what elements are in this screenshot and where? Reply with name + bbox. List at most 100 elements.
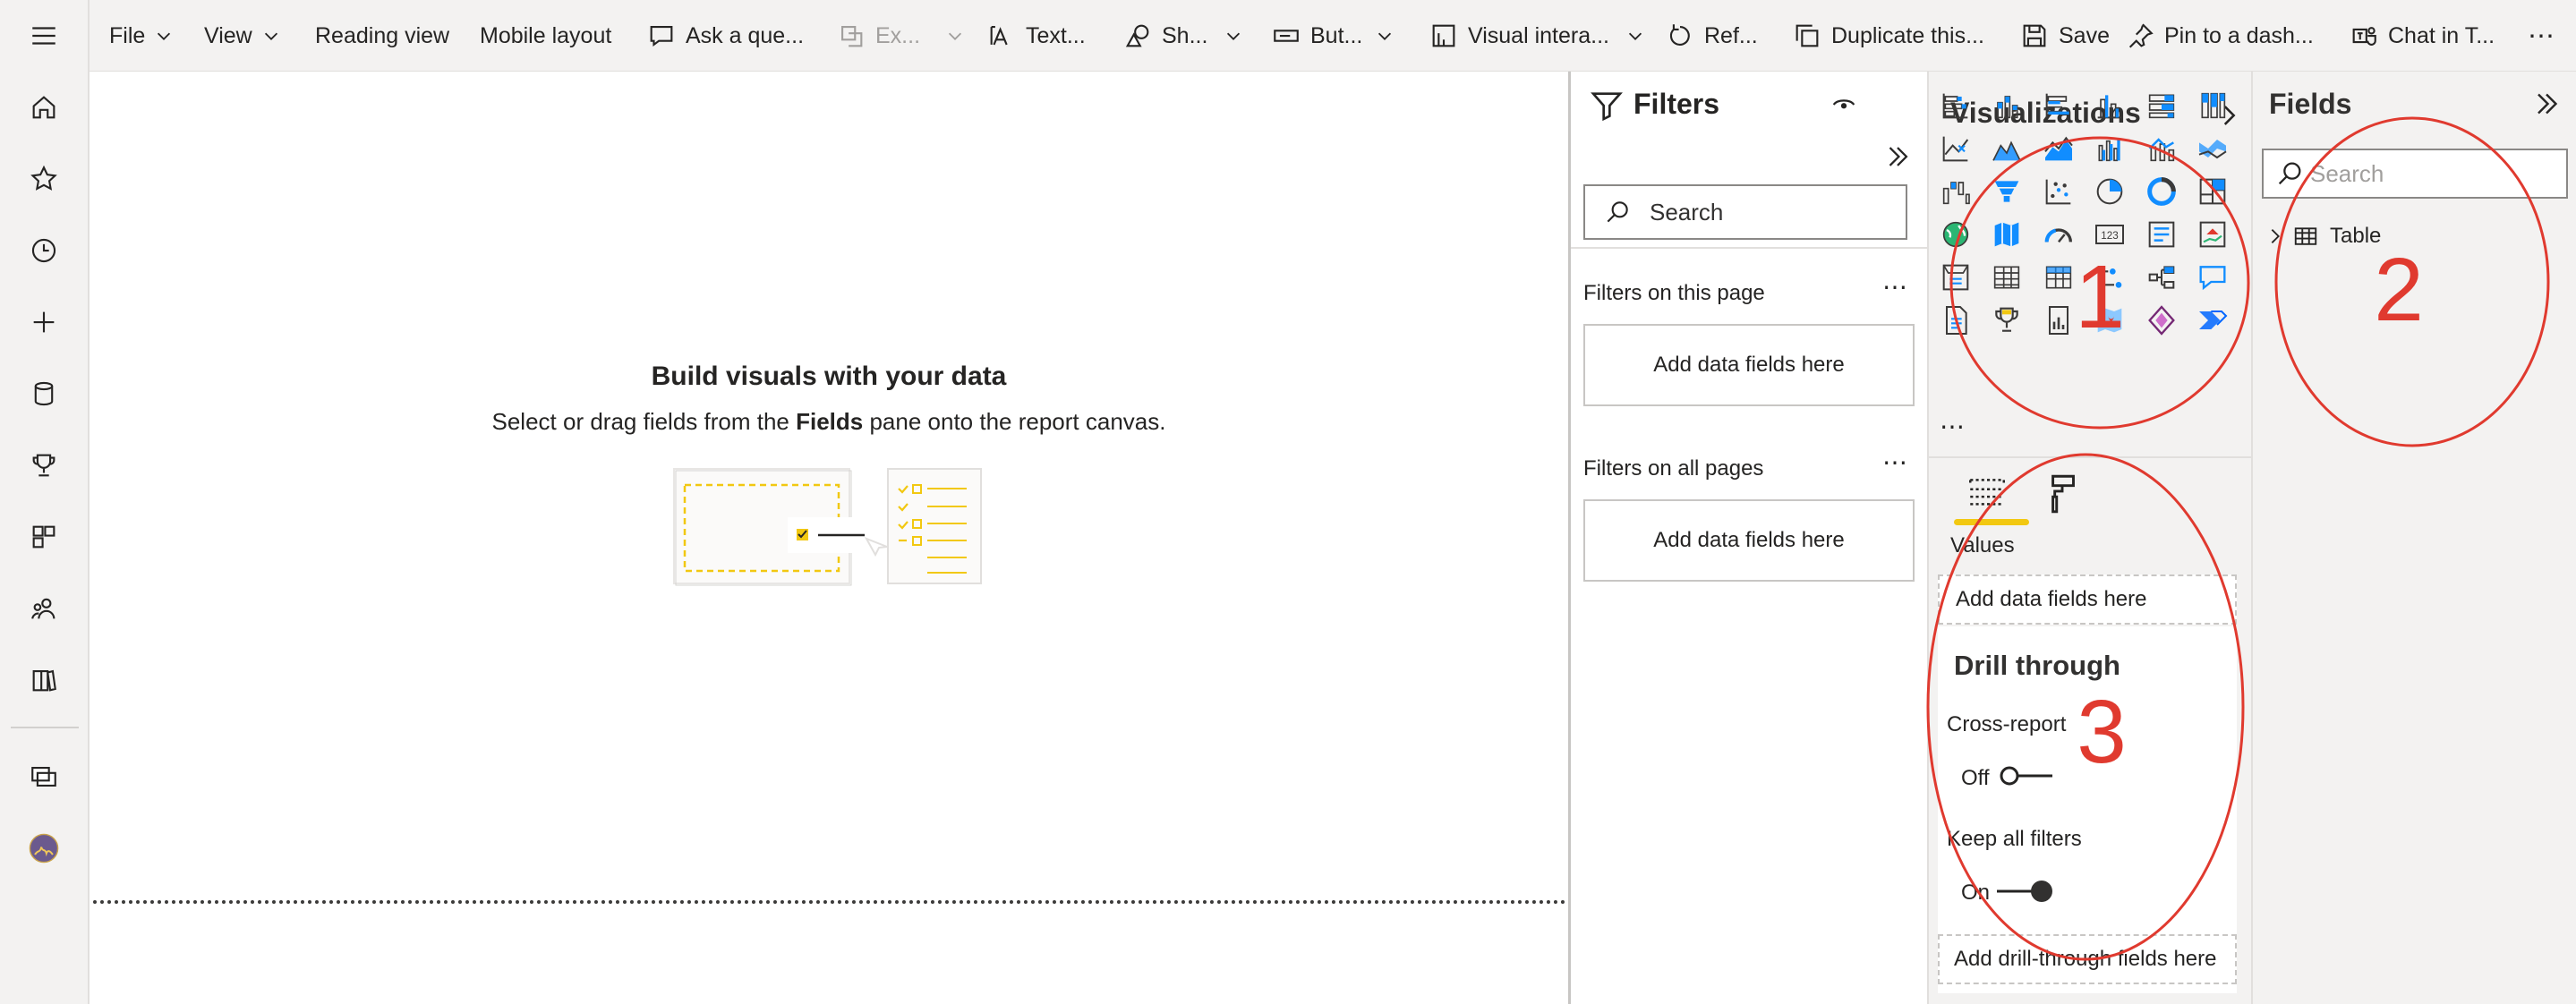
clock-icon[interactable] <box>22 229 65 272</box>
area-chart-icon[interactable] <box>1989 131 2025 166</box>
export-menu[interactable]: Ex... <box>836 0 965 72</box>
collapse-double-chevron-icon[interactable] <box>2530 88 2563 120</box>
funnel-icon[interactable] <box>1989 174 2025 209</box>
fields-search-box[interactable]: Search <box>2262 149 2568 199</box>
mobile-layout-label: Mobile layout <box>480 22 612 48</box>
pie-icon[interactable] <box>2092 174 2128 209</box>
stacked-column-icon[interactable] <box>1989 88 2025 123</box>
ask-question-button[interactable]: Ask a que... <box>646 0 804 72</box>
fields-pane: Fields Search Table <box>2253 72 2576 1004</box>
book-icon[interactable] <box>22 659 65 702</box>
table-visual-icon[interactable] <box>1989 260 2025 295</box>
power-automate-icon[interactable] <box>2195 302 2231 338</box>
clustered-bar-icon[interactable] <box>2041 88 2077 123</box>
buttons-label: But... <box>1310 22 1363 48</box>
waterfall-icon[interactable] <box>1938 174 1974 209</box>
pin-to-dashboard-button[interactable]: Pin to a dash... <box>2125 0 2314 72</box>
power-apps-icon[interactable] <box>2144 302 2179 338</box>
treemap-icon[interactable] <box>2195 174 2231 209</box>
mobile-layout-button[interactable]: Mobile layout <box>480 0 611 72</box>
paginated-report-icon[interactable] <box>1938 302 1974 338</box>
100-stacked-bar-icon[interactable] <box>2144 88 2179 123</box>
kpi-icon[interactable] <box>2195 217 2231 252</box>
save-button[interactable]: Save <box>2019 0 2110 72</box>
save-label: Save <box>2059 22 2110 48</box>
buttons-menu[interactable]: But... <box>1271 0 1395 72</box>
workspaces-icon[interactable] <box>22 755 65 798</box>
filters-page-more-button[interactable]: ⋯ <box>1882 272 1907 302</box>
filters-on-this-page-label: Filters on this page <box>1583 281 1765 305</box>
view-menu[interactable]: View <box>204 0 281 72</box>
filled-map-icon[interactable] <box>1989 217 2025 252</box>
azure-map-icon[interactable] <box>2092 302 2128 338</box>
star-icon[interactable] <box>22 157 65 200</box>
drill-through-well[interactable]: Add drill-through fields here <box>1938 934 2237 984</box>
more-visuals-button[interactable]: ⋯ <box>1940 412 1966 441</box>
map-icon[interactable] <box>1938 217 1974 252</box>
clustered-column-icon[interactable] <box>2092 88 2128 123</box>
scatter-icon[interactable] <box>2041 174 2077 209</box>
filters-search-box[interactable]: Search <box>1583 184 1907 240</box>
eye-icon[interactable] <box>1830 91 1857 118</box>
viz-divider <box>1929 456 2253 458</box>
line-chart-icon[interactable] <box>1938 131 1974 166</box>
trophy-icon[interactable] <box>22 444 65 487</box>
database-icon[interactable] <box>22 372 65 415</box>
chevron-right-icon[interactable] <box>2265 226 2285 246</box>
stacked-area-icon[interactable] <box>2041 131 2077 166</box>
file-label: File <box>109 22 146 48</box>
duplicate-page-button[interactable]: Duplicate this... <box>1792 0 1984 72</box>
collapse-double-chevron-icon[interactable] <box>1882 141 1913 172</box>
line-clustered-column-icon[interactable] <box>2092 131 2128 166</box>
pin-icon <box>2128 23 2154 48</box>
multi-row-card-icon[interactable] <box>2144 217 2179 252</box>
matrix-icon[interactable] <box>2041 260 2077 295</box>
left-nav-rail <box>0 0 90 1004</box>
fields-search-placeholder: Search <box>2310 159 2384 187</box>
stacked-bar-icon[interactable] <box>1938 88 1974 123</box>
100-stacked-column-icon[interactable] <box>2195 88 2231 123</box>
file-menu[interactable]: File <box>109 0 174 72</box>
home-icon[interactable] <box>22 86 65 129</box>
power-apps-report-icon[interactable] <box>2041 302 2077 338</box>
people-icon[interactable] <box>22 587 65 630</box>
refresh-button[interactable]: Ref... <box>1665 0 1758 72</box>
teams-icon <box>2352 27 2376 46</box>
cross-report-toggle[interactable] <box>1999 762 2054 789</box>
key-influencers-icon[interactable] <box>2092 260 2128 295</box>
report-canvas[interactable]: Build visuals with your data Select or d… <box>90 72 1568 1004</box>
gauge-icon[interactable] <box>2041 217 2077 252</box>
format-paint-roller-icon[interactable] <box>2040 471 2085 515</box>
keep-all-filters-toggle[interactable] <box>1995 876 2054 906</box>
qa-icon[interactable] <box>2195 260 2231 295</box>
decomposition-tree-icon[interactable] <box>2144 260 2179 295</box>
visual-interactions-menu[interactable]: Visual intera... <box>1429 0 1645 72</box>
fields-build-icon[interactable] <box>1965 472 2009 517</box>
text-box-button[interactable]: Text... <box>986 0 1086 72</box>
slicer-icon[interactable] <box>1938 260 1974 295</box>
hamburger-icon[interactable] <box>22 14 65 57</box>
reading-view-button[interactable]: Reading view <box>315 0 449 72</box>
values-well[interactable]: Add data fields here <box>1938 574 2237 625</box>
card-icon[interactable]: 123 <box>2092 217 2128 252</box>
filters-page-well[interactable]: Add data fields here <box>1583 324 1915 406</box>
line-stacked-column-icon[interactable] <box>2144 131 2179 166</box>
shapes-menu[interactable]: Sh... <box>1122 0 1243 72</box>
plus-icon[interactable] <box>22 301 65 344</box>
chat-in-teams-button[interactable]: Chat in T... <box>2349 0 2495 72</box>
empty-canvas-subtitle: Select or drag fields from the Fields pa… <box>90 408 1568 436</box>
goals-trophy-icon[interactable] <box>1989 302 2025 338</box>
table-tree-item[interactable]: Table <box>2265 218 2381 254</box>
duplicate-label: Duplicate this... <box>1831 22 1984 48</box>
avatar[interactable] <box>22 827 65 870</box>
build-visual-illustration <box>673 468 895 586</box>
more-options-button[interactable]: ⋯ <box>2528 0 2555 72</box>
chevron-down-icon <box>158 32 171 40</box>
donut-icon[interactable] <box>2144 174 2179 209</box>
apps-icon[interactable] <box>22 515 65 558</box>
chevron-down-icon <box>1628 32 1642 40</box>
pin-label: Pin to a dash... <box>2164 22 2314 48</box>
filters-all-pages-well[interactable]: Add data fields here <box>1583 499 1915 582</box>
filters-all-more-button[interactable]: ⋯ <box>1882 447 1907 477</box>
ribbon-chart-icon[interactable] <box>2195 131 2231 166</box>
